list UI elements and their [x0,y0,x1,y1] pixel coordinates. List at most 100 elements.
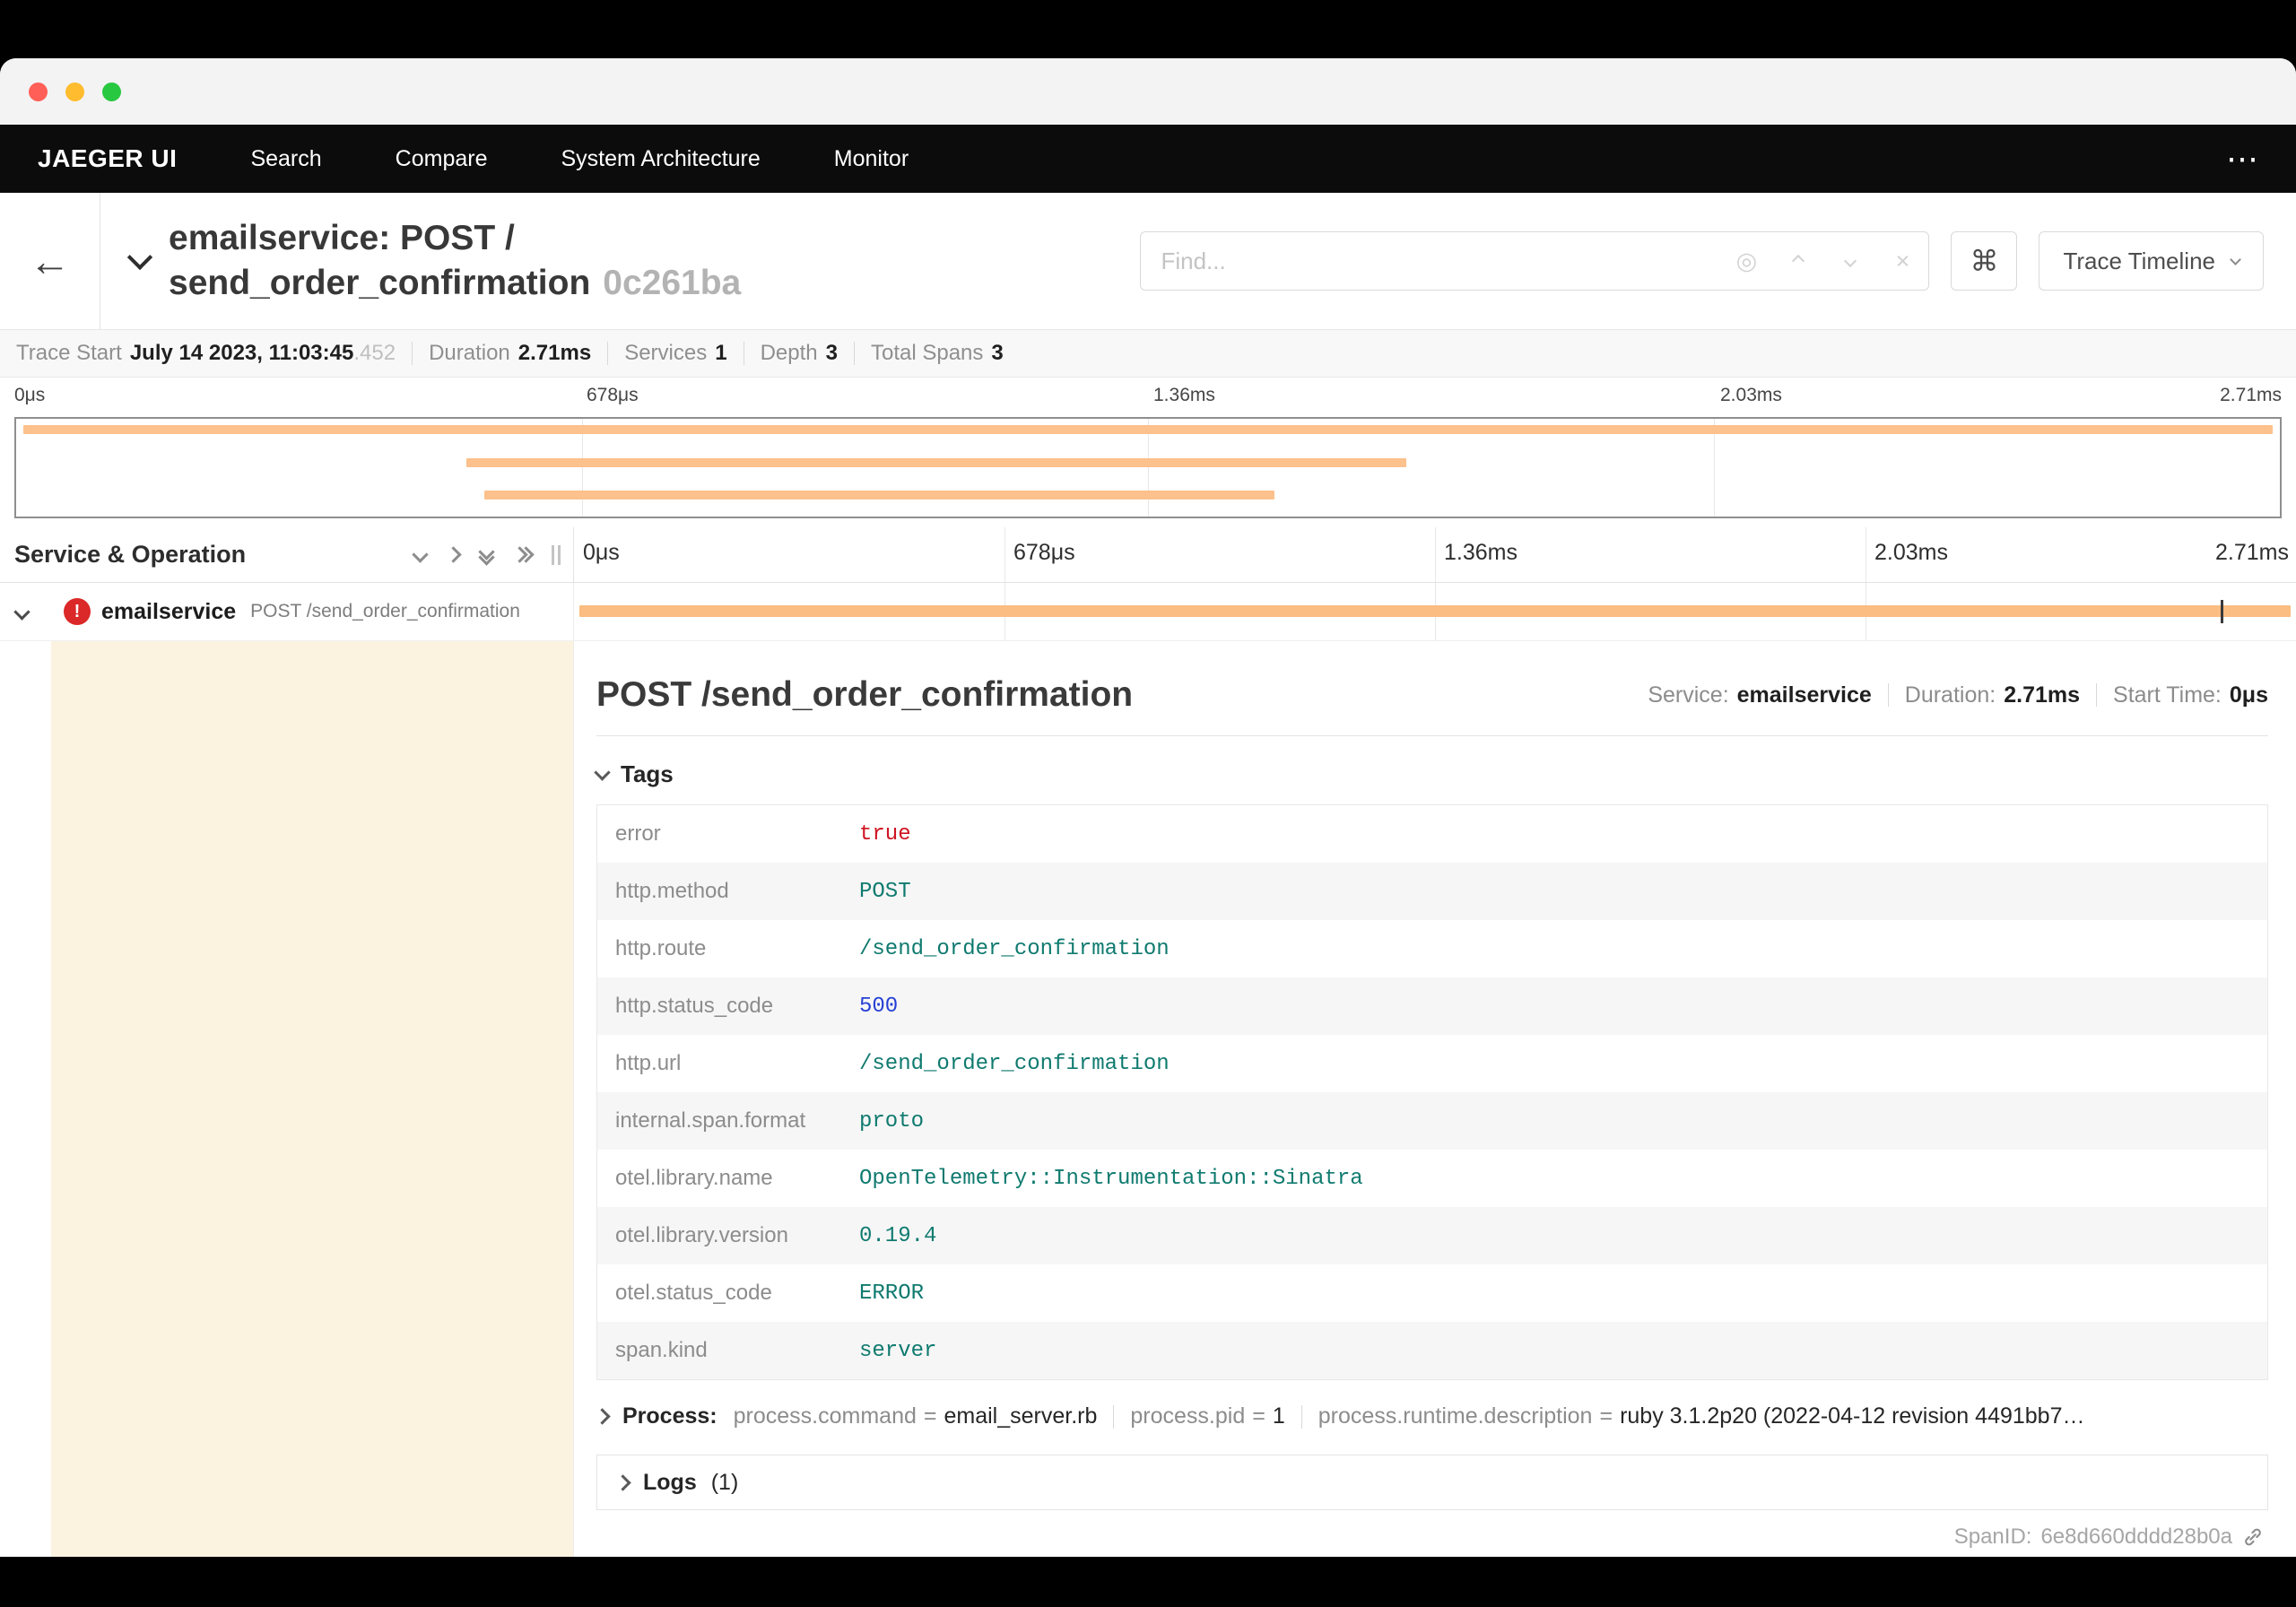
divider [412,342,413,365]
chevron-down-icon [2230,253,2241,265]
tag-row: http.url /send_order_confirmation [597,1035,2267,1092]
top-nav: JAEGER UI Search Compare System Architec… [0,125,2296,193]
span-indent-guide [51,641,573,1607]
clear-search-button[interactable]: × [1876,232,1928,290]
tag-row: otel.library.name OpenTelemetry::Instrum… [597,1150,2267,1207]
gridline [1004,527,1005,582]
equals-sign: = [923,1403,937,1429]
letterbox-bottom [0,1557,2296,1607]
start-time-value: 0μs [2229,682,2268,708]
divider [607,342,609,365]
column-resizer[interactable] [552,544,561,565]
span-track [574,583,2296,640]
chevron-right-icon [614,1473,631,1491]
tree-controls [412,543,535,566]
tag-key: otel.status_code [615,1281,772,1305]
trace-start-label: Trace Start [16,341,122,365]
start-time-label: Start Time: [2113,682,2222,708]
window-titlebar [0,58,2296,125]
tag-value: true [859,821,911,847]
service-value: emailservice [1736,682,1872,708]
tags-table: error true http.method POST http.route /… [596,804,2268,1380]
minimize-button[interactable] [65,82,84,101]
nav-item-monitor[interactable]: Monitor [834,146,909,172]
chevron-down-icon [13,603,30,621]
tag-value: proto [859,1108,925,1134]
keyboard-shortcuts-button[interactable]: ⌘ [1951,231,2018,291]
tag-row: http.status_code 500 [597,977,2267,1035]
collapse-one-icon[interactable] [412,546,429,563]
find-input[interactable] [1141,247,1721,275]
trace-summary-bar: Trace Start July 14 2023, 11:03:45 .452 … [0,329,2296,378]
tag-value: 0.19.4 [859,1223,937,1248]
trace-start-value: July 14 2023, 11:03:45 [129,341,354,365]
tag-key: span.kind [615,1338,708,1362]
span-expander[interactable] [0,603,40,621]
minimap-tick-labels: 0μs 678μs 1.36ms 2.03ms 2.71ms [14,385,2282,413]
ruler-tick-label: 678μs [1013,540,1075,565]
process-value: 1 [1272,1403,1285,1429]
minimap-canvas[interactable] [14,417,2282,518]
tag-key: otel.library.version [615,1223,788,1247]
tag-row: span.kind server [597,1322,2267,1379]
copy-link-icon[interactable] [2241,1525,2265,1549]
process-toggle[interactable]: Process: process.command = email_server.… [596,1403,2268,1429]
letterbox-top [0,0,2296,58]
nav-item-compare[interactable]: Compare [396,146,488,172]
tag-value: ERROR [859,1281,925,1306]
chevron-down-icon [1844,254,1857,268]
chevron-right-icon [445,546,462,563]
collapse-all-icon[interactable] [478,543,495,566]
services-label: Services [624,341,708,365]
trace-collapse-chevron-down-icon[interactable] [126,244,153,271]
tag-key: http.url [615,1051,682,1075]
view-selector[interactable]: Trace Timeline [2039,231,2264,291]
ruler-tick-label: 1.36ms [1444,540,1518,565]
tags-toggle[interactable]: Tags [594,760,2268,788]
locate-icon[interactable]: ◎ [1720,232,1772,290]
next-result-button[interactable] [1824,232,1876,290]
tag-key: otel.library.name [615,1166,773,1190]
minimap-tick-label: 0μs [14,385,46,405]
span-row[interactable]: ! emailservice POST /send_order_confirma… [0,583,2296,641]
total-spans-value: 3 [991,341,1004,365]
chevron-down-icon [412,546,429,563]
depth-value: 3 [825,341,838,365]
expand-all-icon[interactable] [511,546,535,563]
service-operation-title: Service & Operation [14,541,247,568]
tag-row: http.route /send_order_confirmation [597,920,2267,977]
prev-result-button[interactable] [1772,232,1824,290]
span-bar[interactable] [578,605,2292,617]
tag-key: http.method [615,879,729,903]
logs-toggle[interactable]: Logs (1) [596,1455,2268,1510]
span-row-label: ! emailservice POST /send_order_confirma… [0,583,574,640]
ruler-tick-label: 0μs [583,540,620,565]
tag-value: OpenTelemetry::Instrumentation::Sinatra [859,1166,1363,1191]
nav-item-system-architecture[interactable]: System Architecture [561,146,760,172]
process-header: Process: [622,1403,718,1429]
ruler-tick-label: 2.03ms [1874,540,1948,565]
nav-item-search[interactable]: Search [250,146,321,172]
tag-row: http.method POST [597,863,2267,920]
process-value: ruby 3.1.2p20 (2022-04-12 revision 4491b… [1620,1403,2085,1429]
trace-minimap: 0μs 678μs 1.36ms 2.03ms 2.71ms [0,378,2296,527]
zoom-button[interactable] [102,82,121,101]
tag-key: http.status_code [615,994,774,1018]
divider [853,342,855,365]
tag-row: error true [597,805,2267,863]
close-button[interactable] [29,82,48,101]
tag-value: POST [859,879,911,904]
minimap-span-bar [484,491,1275,499]
duration-label: Duration [429,341,510,365]
app-brand[interactable]: JAEGER UI [38,144,177,173]
services-value: 1 [715,341,727,365]
span-detail-meta: Service: emailservice Duration: 2.71ms S… [1648,682,2268,708]
process-key: process.runtime.description [1318,1403,1593,1429]
chevron-up-icon [1792,254,1805,268]
chevron-down-icon [594,764,611,781]
tag-row: otel.library.version 0.19.4 [597,1207,2267,1264]
minimap-tick-label: 1.36ms [1153,385,1215,405]
span-detail-title: POST /send_order_confirmation [596,675,1134,714]
back-button[interactable]: ← [0,193,100,329]
expand-one-icon[interactable] [445,546,462,563]
